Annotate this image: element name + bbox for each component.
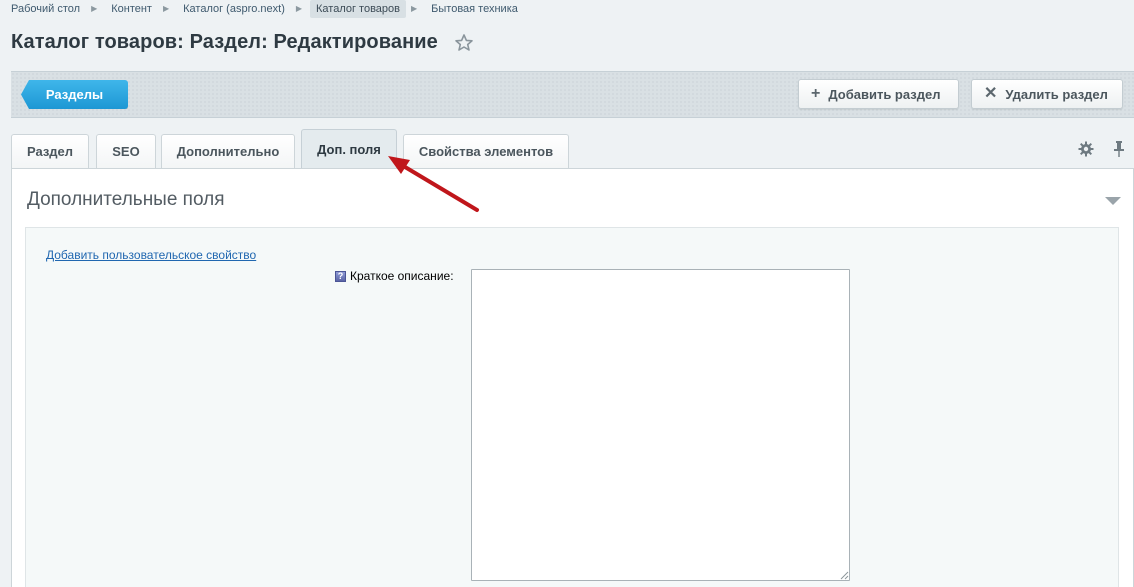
tab-extra-fields[interactable]: Доп. поля bbox=[301, 129, 397, 169]
resize-handle-icon[interactable] bbox=[839, 570, 849, 580]
tab-section[interactable]: Раздел bbox=[11, 134, 89, 168]
tab-element-properties[interactable]: Свойства элементов bbox=[403, 134, 569, 168]
pin-icon[interactable] bbox=[1112, 140, 1126, 158]
tab-seo[interactable]: SEO bbox=[96, 134, 156, 168]
short-description-label-text: Краткое описание: bbox=[350, 269, 454, 283]
page-header: Каталог товаров: Раздел: Редактирование bbox=[11, 31, 474, 54]
add-section-label: Добавить раздел bbox=[828, 86, 941, 102]
sections-back-button[interactable]: Разделы bbox=[21, 80, 128, 109]
star-icon[interactable] bbox=[454, 33, 474, 53]
breadcrumb-item[interactable]: Контент bbox=[105, 0, 158, 18]
short-description-textarea[interactable] bbox=[471, 269, 850, 581]
chevron-right-icon: ▶ bbox=[162, 4, 170, 13]
breadcrumb-item-current[interactable]: Каталог товаров bbox=[310, 0, 407, 18]
chevron-right-icon: ▶ bbox=[411, 4, 418, 13]
gear-icon[interactable] bbox=[1078, 141, 1094, 157]
tab-additional[interactable]: Дополнительно bbox=[161, 134, 295, 168]
fields-panel: Добавить пользовательское свойство ? Кра… bbox=[25, 227, 1119, 587]
help-icon[interactable]: ? bbox=[335, 270, 346, 282]
close-icon: ✕ bbox=[984, 85, 998, 102]
tab-content: Дополнительные поля Добавить пользовател… bbox=[11, 168, 1134, 587]
delete-section-button[interactable]: ✕ Удалить раздел bbox=[971, 79, 1123, 109]
section-title: Дополнительные поля bbox=[27, 189, 225, 210]
collapse-triangle-icon[interactable] bbox=[1105, 197, 1121, 205]
page-title: Каталог товаров: Раздел: Редактирование bbox=[11, 31, 438, 53]
chevron-right-icon: ▶ bbox=[91, 4, 98, 13]
plus-icon: + bbox=[811, 85, 821, 102]
add-section-button[interactable]: + Добавить раздел bbox=[798, 79, 959, 109]
breadcrumb-item[interactable]: Каталог (aspro.next) bbox=[177, 0, 291, 18]
breadcrumb: Рабочий стол ▶ Контент ▶ Каталог (aspro.… bbox=[5, 0, 524, 18]
chevron-right-icon: ▶ bbox=[295, 4, 303, 13]
add-custom-property-link[interactable]: Добавить пользовательское свойство bbox=[46, 248, 256, 262]
delete-section-label: Удалить раздел bbox=[1005, 86, 1108, 102]
breadcrumb-item[interactable]: Рабочий стол bbox=[5, 0, 86, 18]
breadcrumb-item[interactable]: Бытовая техника bbox=[425, 0, 524, 18]
short-description-label: ? Краткое описание: bbox=[335, 269, 454, 283]
toolbar: Разделы + Добавить раздел ✕ Удалить разд… bbox=[11, 71, 1134, 118]
